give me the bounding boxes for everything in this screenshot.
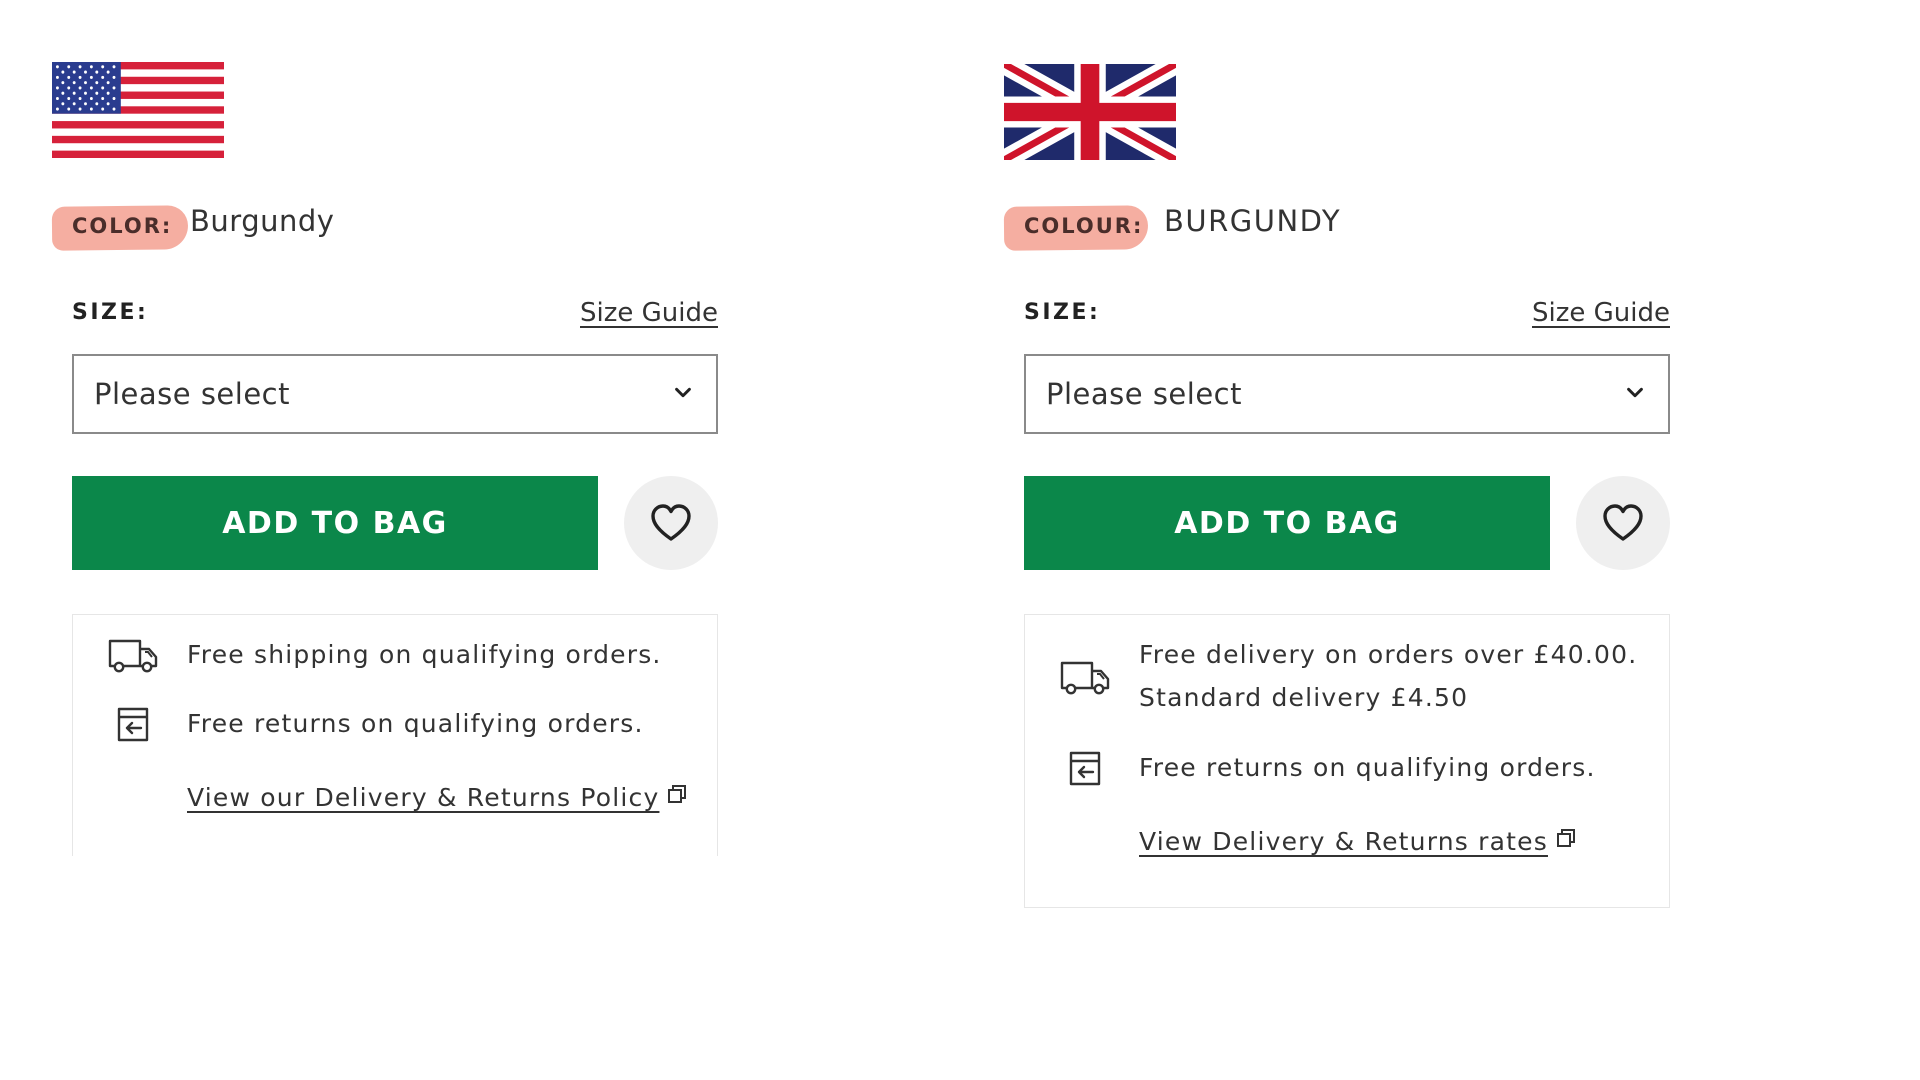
wishlist-button[interactable] [1576, 476, 1670, 570]
size-select-value: Please select [1046, 377, 1242, 411]
truck-icon [108, 639, 158, 673]
color-label: COLOR: [72, 214, 173, 238]
size-guide-link[interactable]: Size Guide [1532, 298, 1670, 328]
size-label: SIZE: [1024, 300, 1101, 325]
size-select-value: Please select [94, 377, 290, 411]
size-guide-link[interactable]: Size Guide [580, 298, 718, 328]
heart-icon [651, 504, 691, 541]
external-link-icon [668, 785, 687, 803]
delivery-returns-rates-link[interactable]: View Delivery & Returns rates [1139, 827, 1576, 856]
colour-label: COLOUR: [1024, 214, 1144, 238]
external-link-icon [1556, 829, 1575, 847]
colour-row: COLOUR: BURGUNDY [1003, 200, 1604, 256]
delivery-text-line2: Standard delivery £4.50 [1139, 683, 1469, 712]
shipping-text: Free shipping on qualifying orders. [187, 640, 662, 669]
returns-text: Free returns on qualifying orders. [187, 709, 644, 738]
size-select[interactable]: Please select [72, 354, 718, 434]
uk-product-panel: COLOUR: BURGUNDY SIZE: Size Guide Please… [1003, 0, 1704, 1080]
color-row: COLOR: Burgundy [51, 200, 652, 256]
wishlist-button[interactable] [624, 476, 718, 570]
chevron-down-icon [1627, 387, 1643, 398]
us-flag-icon [52, 62, 224, 158]
chevron-down-icon [675, 387, 691, 398]
size-select[interactable]: Please select [1024, 354, 1670, 434]
uk-flag-icon [1004, 64, 1176, 160]
color-value: Burgundy [190, 204, 335, 238]
returns-box-icon [1069, 751, 1101, 786]
policy-link-text: View our Delivery & Returns Policy [187, 783, 660, 812]
us-product-panel: COLOR: Burgundy SIZE: Size Guide Please … [51, 0, 752, 1080]
delivery-info-box: Free delivery on orders over £40.00. Sta… [1024, 614, 1670, 908]
size-row: SIZE: Size Guide [1024, 298, 1670, 332]
add-to-bag-button[interactable]: ADD TO BAG [72, 476, 598, 570]
delivery-info-box: Free shipping on qualifying orders. Free… [72, 614, 718, 856]
policy-link-text: View Delivery & Returns rates [1139, 827, 1548, 856]
size-label: SIZE: [72, 300, 149, 325]
heart-icon [1603, 504, 1643, 541]
truck-icon [1060, 661, 1110, 695]
delivery-returns-policy-link[interactable]: View our Delivery & Returns Policy [187, 783, 687, 812]
returns-box-icon [117, 707, 149, 742]
returns-text: Free returns on qualifying orders. [1139, 753, 1596, 782]
add-to-bag-button[interactable]: ADD TO BAG [1024, 476, 1550, 570]
size-row: SIZE: Size Guide [72, 298, 718, 332]
colour-value: BURGUNDY [1164, 204, 1342, 238]
delivery-text-line1: Free delivery on orders over £40.00. [1139, 640, 1638, 669]
